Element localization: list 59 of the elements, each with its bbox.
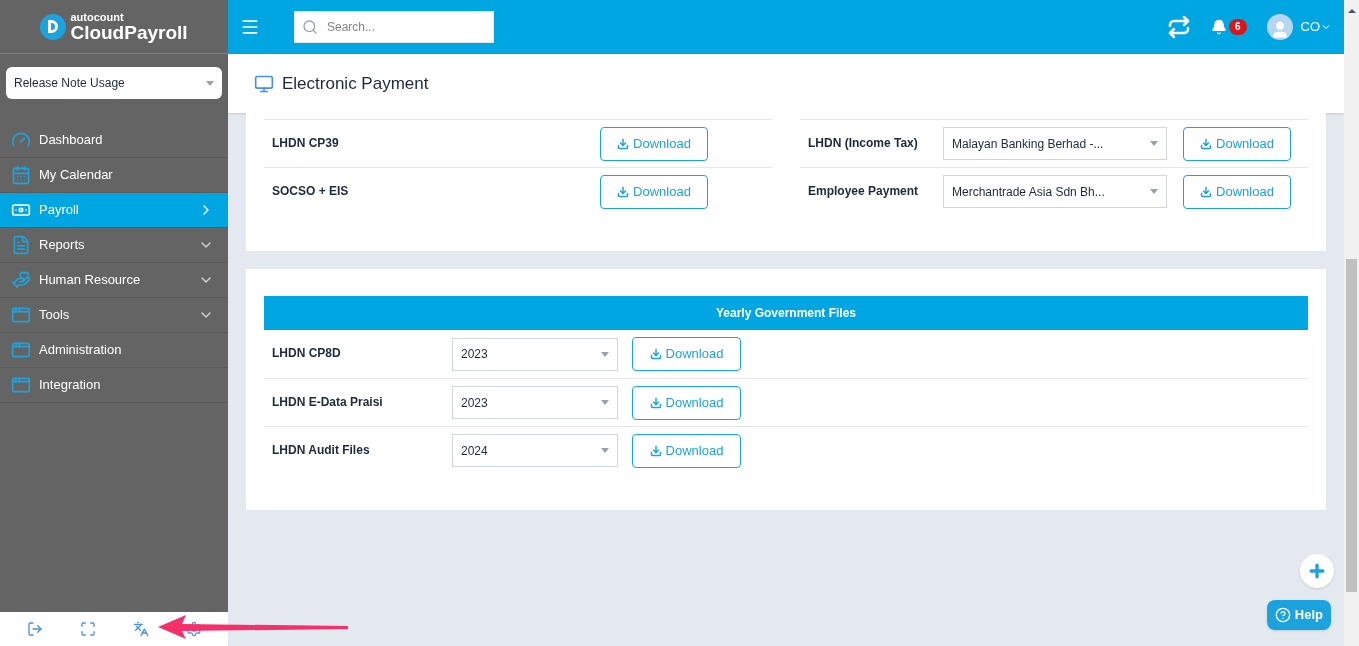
sidebar-item[interactable]: Reports [0,228,228,263]
caret-icon [601,448,609,453]
window-gear-icon [11,340,31,360]
sidebar-item[interactable]: Human Resource [0,263,228,298]
download-icon [649,444,662,457]
gauge-icon [11,130,31,150]
search-field[interactable]: Search... [294,11,494,43]
logout-icon[interactable] [26,621,43,637]
sync-icon[interactable] [1166,15,1191,39]
logo-icon [40,13,67,40]
row-label: LHDN CP39 [272,135,339,152]
brand-subtitle: autocount [70,11,125,23]
notification-badge: 6 [1228,19,1247,35]
download-icon [649,348,662,360]
caret-icon [1150,141,1158,146]
row-label: Employee Payment [808,183,920,200]
add-button[interactable] [1300,554,1334,588]
select-field[interactable]: Malayan Banking Berhad -... [943,127,1167,160]
sidebar-item[interactable]: Administration [0,333,228,368]
caret-icon [206,80,214,86]
calendar-icon [11,165,31,185]
row-label: LHDN Audit Files [272,442,371,459]
document-icon [11,235,31,255]
sidebar-item[interactable]: Integration [0,368,228,403]
select-field[interactable]: 2023 [452,386,618,419]
download-icon [617,137,630,150]
select-field[interactable]: 2023 [452,337,618,371]
fullscreen-icon[interactable] [79,621,96,637]
caret-icon [601,351,609,357]
avatar-icon[interactable] [1266,14,1293,40]
window-gear-icon [11,305,31,325]
row-label: SOCSO + EIS [272,183,349,200]
row-label: LHDN E-Data Praisi [272,394,384,411]
scrollbar[interactable] [1344,0,1359,646]
row-label: LHDN (Income Tax) [808,135,919,152]
sidebar-item[interactable]: Tools [0,298,228,333]
caret-icon [601,400,609,405]
sidebar-item[interactable]: Dashboard [0,123,228,158]
language-icon[interactable] [132,621,149,637]
download-icon [1200,185,1213,198]
plus-icon [1307,561,1327,581]
monitor-icon [254,73,274,94]
brand-title: CloudPayroll [70,22,188,42]
bell-icon[interactable] [1210,19,1227,35]
search-icon [302,19,318,35]
page-title: Electronic Payment [282,72,429,95]
select-field[interactable]: 2024 [452,434,618,467]
company-select[interactable]: Release Note Usage [6,67,222,99]
help-icon [1274,607,1291,623]
window-gear-icon [11,375,31,395]
download-icon [617,185,630,198]
row-label: LHDN CP8D [272,345,342,362]
download-icon [649,396,662,409]
section-header: Yearly Government Files [264,296,1308,330]
caret-icon [1150,189,1158,194]
select-field[interactable]: Merchantrade Asia Sdn Bh... [943,175,1167,208]
menu-icon[interactable] [240,17,260,37]
download-icon [1200,137,1213,150]
hand-person-icon [11,270,31,290]
